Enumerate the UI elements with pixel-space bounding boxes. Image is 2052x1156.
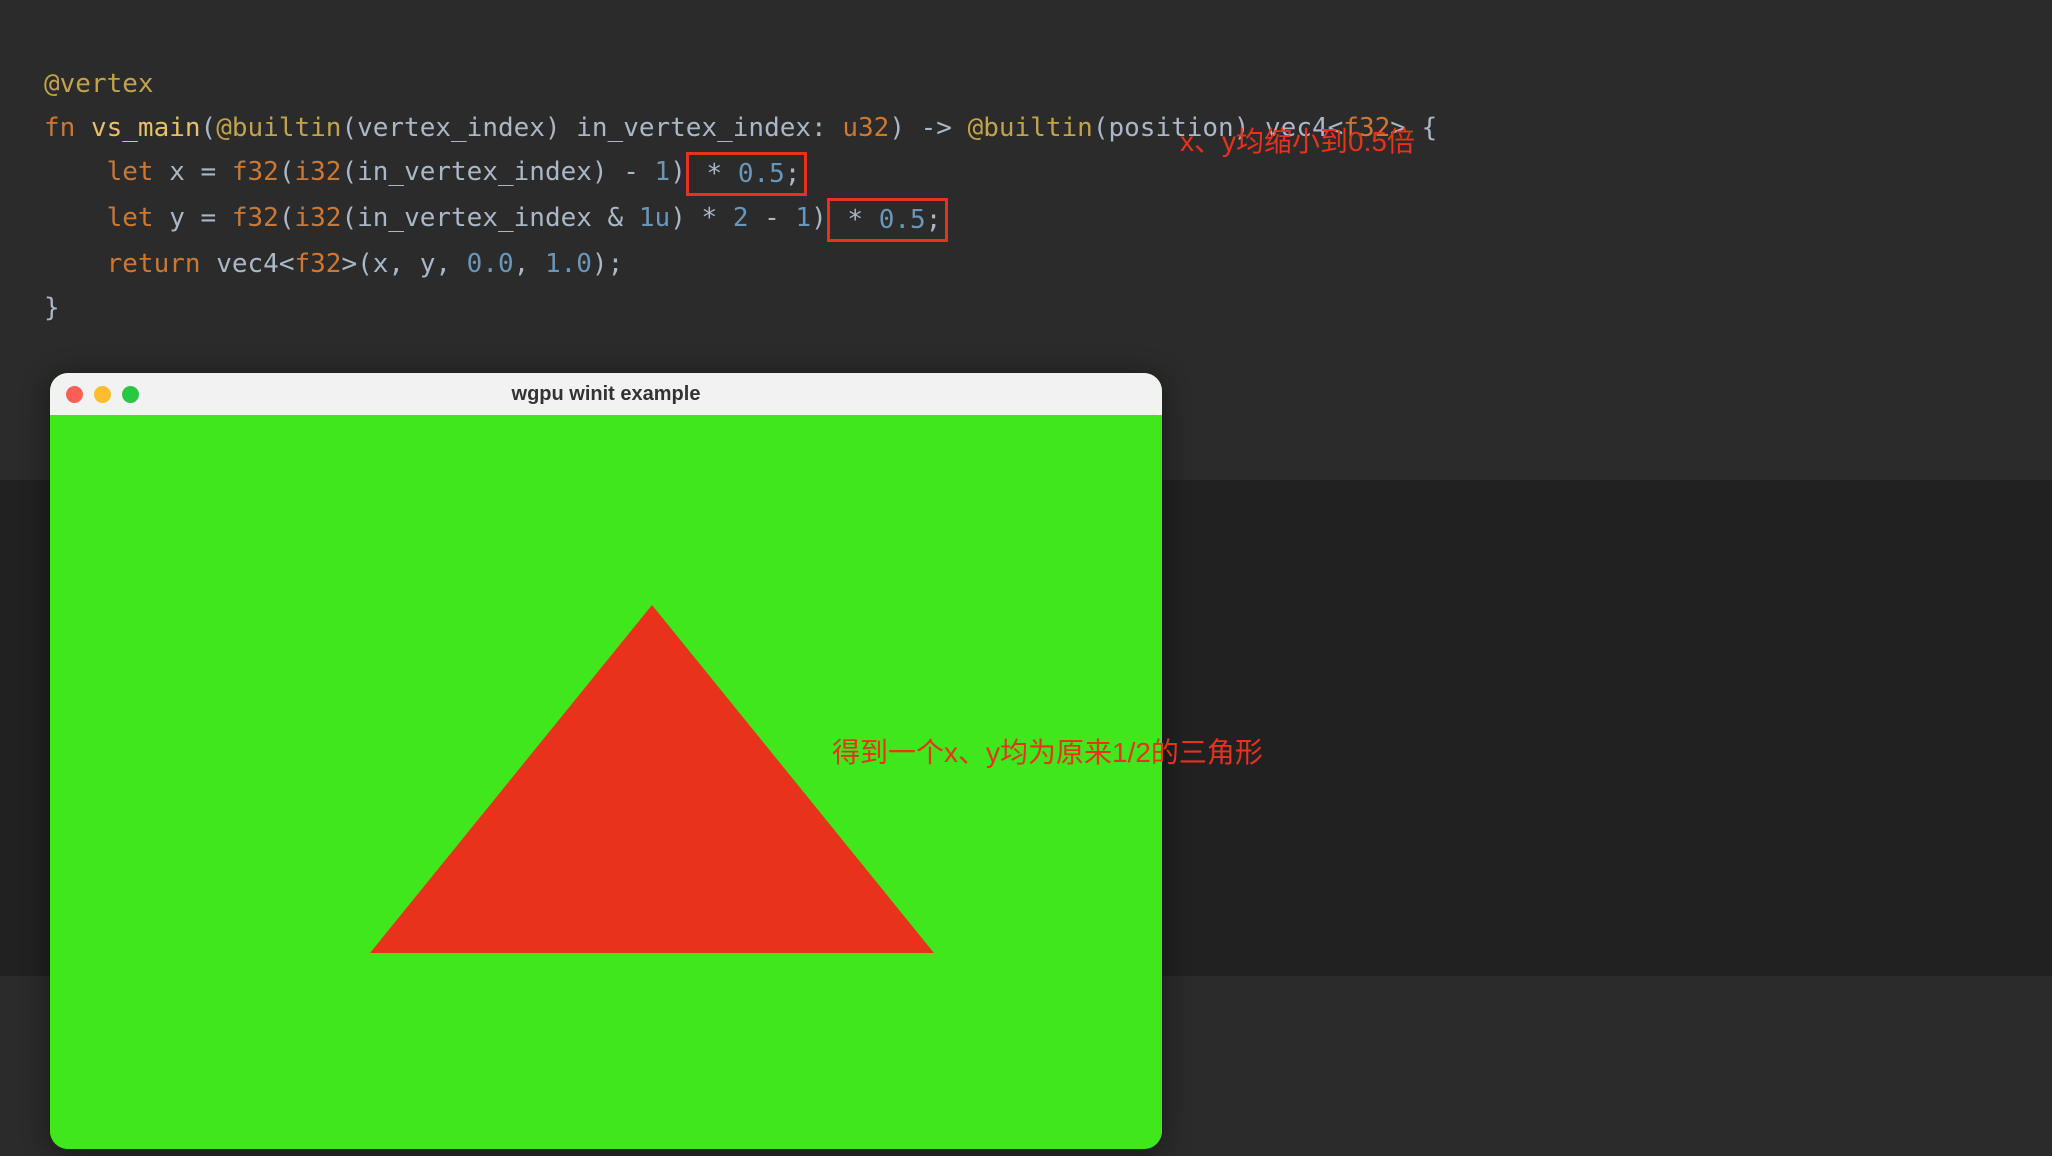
render-canvas <box>50 415 1162 1149</box>
code-token: y = <box>169 203 232 233</box>
code-token: < <box>279 249 295 279</box>
code-token: (in_vertex_index) - <box>341 157 654 187</box>
code-token-type: f32 <box>232 203 279 233</box>
code-token-fn-name: vs_main <box>91 113 201 143</box>
code-token: ) -> <box>889 113 967 143</box>
code-editor: @vertex fn vs_main(@builtin(vertex_index… <box>0 0 2052 330</box>
code-token-number: 1u <box>639 203 670 233</box>
triangle-shape <box>370 605 934 953</box>
highlight-box-x: * 0.5; <box>686 152 808 196</box>
code-token-let: let <box>44 157 169 187</box>
code-token: ( <box>279 157 295 187</box>
code-token-number: 2 <box>733 203 749 233</box>
code-token: x = <box>169 157 232 187</box>
code-token-type: i32 <box>294 157 341 187</box>
code-token-builtin: @builtin <box>968 113 1093 143</box>
annotation-triangle-note: 得到一个x、y均为原来1/2的三角形 <box>832 731 1263 771</box>
code-token: * <box>691 159 738 189</box>
code-token: (in_vertex_index & <box>341 203 638 233</box>
code-token-number: 1 <box>795 203 811 233</box>
code-token-fn-kw: fn <box>44 113 91 143</box>
code-token: ; <box>926 205 942 235</box>
code-token: vec4 <box>216 249 279 279</box>
code-token-let: let <box>44 203 169 233</box>
code-token: ; <box>785 159 801 189</box>
code-token-type: f32 <box>232 157 279 187</box>
code-token: , <box>514 249 545 279</box>
code-token: ( <box>279 203 295 233</box>
code-token: - <box>748 203 795 233</box>
code-token-attr: @vertex <box>44 69 154 99</box>
code-token-builtin: @builtin <box>216 113 341 143</box>
code-token-close-brace: } <box>44 293 60 323</box>
code-token: * <box>832 205 879 235</box>
window-title: wgpu winit example <box>50 383 1162 406</box>
window-titlebar[interactable]: wgpu winit example <box>50 373 1162 415</box>
annotation-scale-note: x、y均缩小到0.5倍 <box>1180 120 1415 160</box>
code-token-type: u32 <box>842 113 889 143</box>
code-token: (vertex_index) in_vertex_index: <box>341 113 842 143</box>
code-token: ( <box>201 113 217 143</box>
code-token-number: 0.5 <box>879 205 926 235</box>
code-token-type: i32 <box>294 203 341 233</box>
code-token-type: f32 <box>294 249 341 279</box>
code-token-number: 1.0 <box>545 249 592 279</box>
code-token: ) <box>670 157 686 187</box>
code-token: >(x, y, <box>341 249 466 279</box>
code-token: ) * <box>670 203 733 233</box>
code-token-number: 1 <box>655 157 671 187</box>
code-token: ); <box>592 249 623 279</box>
highlight-box-y: * 0.5; <box>827 198 949 242</box>
code-token-number: 0.0 <box>467 249 514 279</box>
code-token: ) <box>811 203 827 233</box>
code-token-number: 0.5 <box>738 159 785 189</box>
code-token-return: return <box>44 249 216 279</box>
